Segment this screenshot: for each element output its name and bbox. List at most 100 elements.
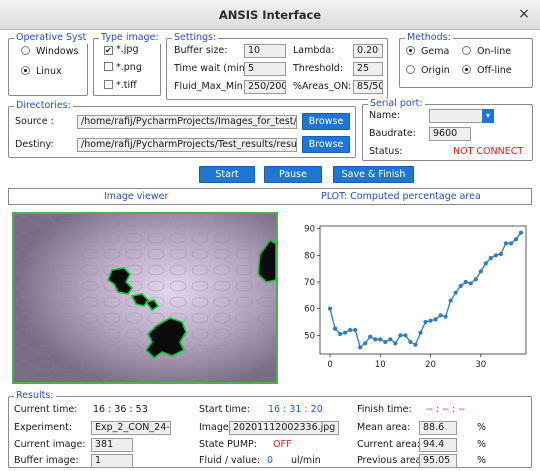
data-point [498, 251, 503, 257]
image-type-png[interactable]: *.png [104, 61, 142, 75]
radio-gema[interactable] [406, 46, 415, 55]
time-wait-field[interactable]: 5 [244, 62, 286, 76]
image-viewer-title: Image viewer [104, 191, 169, 202]
radio-online[interactable] [462, 46, 471, 55]
results-group: Results: Current time: 16 : 36 : 53 Star… [8, 390, 532, 468]
fluid-value-number: 0 [267, 455, 274, 466]
os-option-windows[interactable]: Windows [21, 45, 78, 59]
fluid-max-min-label: Fluid_Max_Min [174, 81, 243, 92]
method-gema[interactable]: Gema [406, 45, 449, 59]
image-viewer [12, 212, 278, 384]
method-origin-label: Origin [421, 65, 450, 76]
lambda-field[interactable]: 0.20 [353, 44, 383, 58]
serial-name-select[interactable]: ▾ [429, 109, 494, 123]
start-button[interactable]: Start [199, 166, 255, 183]
radio-windows[interactable] [21, 46, 30, 55]
radio-linux[interactable] [21, 66, 30, 75]
os-option-windows-label: Windows [36, 46, 79, 57]
current-image-label: Current image: [14, 439, 86, 450]
data-point [493, 253, 498, 258]
pause-button[interactable]: Pause [264, 166, 322, 183]
buffer-size-field[interactable]: 10 [244, 44, 286, 58]
fluid-value-label: Fluid / value: [199, 455, 261, 466]
settings-group: Settings: Buffer size: 10 Lambda: 0.20 T… [166, 32, 388, 100]
mean-area-unit: % [477, 422, 487, 433]
data-point [337, 331, 343, 337]
checkbox-tiff[interactable] [104, 80, 113, 89]
source-browse-button[interactable]: Browse [302, 113, 350, 130]
data-point [433, 317, 438, 322]
method-online[interactable]: On-line [462, 45, 511, 59]
fluid-value-unit: ul/min [291, 455, 321, 466]
checkbox-png[interactable] [104, 62, 113, 71]
chevron-down-icon[interactable]: ▾ [482, 109, 494, 123]
data-point [403, 333, 408, 338]
x-tick-label: 20 [425, 360, 436, 370]
threshold-field[interactable]: 25 [353, 62, 383, 76]
data-point [378, 337, 383, 342]
methods-group: Methods: Gema On-line Origin Off-line [399, 32, 533, 88]
method-online-label: On-line [477, 46, 512, 57]
radio-origin[interactable] [406, 65, 415, 74]
image-type-png-label: *.png [116, 62, 142, 73]
data-point [353, 327, 358, 333]
os-group: Operative Syst Windows Linux [8, 32, 89, 96]
plot-area-frame [319, 225, 527, 355]
title-bar: ANSIS Interface × [0, 0, 540, 30]
data-point [363, 341, 368, 346]
save-finish-button[interactable]: Save & Finish [333, 166, 414, 183]
image-label: Image: [199, 422, 232, 433]
checkbox-jpg[interactable]: ✔ [104, 46, 113, 55]
previous-area-unit: % [477, 455, 487, 466]
method-origin[interactable]: Origin [406, 64, 450, 78]
y-tick-label: 90 [304, 225, 315, 235]
method-gema-label: Gema [421, 46, 450, 57]
areas-on-field[interactable]: 85/50 [353, 80, 383, 94]
current-area-field: 94.4 [419, 438, 457, 452]
source-path-field[interactable]: /home/rafij/PycharmProjects/Images_for_t… [77, 115, 297, 129]
experiment-label: Experiment: [14, 422, 73, 433]
percentage-area-chart: 50 60 70 80 90 0 10 20 30 [304, 225, 527, 370]
data-point [327, 306, 333, 311]
destiny-browse-button[interactable]: Browse [302, 136, 350, 153]
os-legend: Operative Syst [14, 32, 89, 44]
fluid-max-min-field[interactable]: 250/200 [244, 80, 286, 94]
image-type-jpg[interactable]: ✔ *.jpg [104, 43, 138, 57]
finish-time-label: Finish time: [357, 404, 412, 415]
close-icon[interactable]: × [516, 6, 532, 22]
data-point [358, 345, 363, 350]
radio-offline[interactable] [462, 65, 471, 74]
current-area-unit: % [477, 439, 487, 450]
source-label: Source : [15, 116, 54, 127]
destiny-path-field[interactable]: /home/rafij/PycharmProjects/Test_results… [77, 138, 297, 152]
baudrate-field[interactable]: 9600 [429, 127, 471, 141]
status-label: Status: [369, 146, 403, 157]
method-offline-label: Off-line [477, 65, 512, 76]
data-point [398, 333, 403, 338]
x-tick-label: 0 [327, 360, 332, 370]
previous-area-label: Previous area: [357, 455, 425, 466]
current-image-field: 381 [91, 438, 133, 452]
image-field: 20201112002336.jpg [229, 421, 339, 435]
data-point [443, 314, 448, 319]
data-point [468, 281, 473, 286]
x-tick-label: 10 [375, 360, 386, 370]
method-offline[interactable]: Off-line [462, 64, 512, 78]
image-type-group: Type image: ✔ *.jpg *.png *.tiff [93, 32, 161, 96]
data-point [388, 337, 393, 342]
image-type-tiff-label: *.tiff [116, 80, 137, 91]
data-point [518, 230, 524, 235]
image-type-tiff[interactable]: *.tiff [104, 79, 137, 93]
data-point [408, 339, 413, 345]
y-tick-label: 70 [304, 278, 315, 288]
finish-time-value: -- : -- : -- [426, 404, 466, 415]
os-option-linux[interactable]: Linux [21, 65, 62, 79]
data-point [383, 339, 388, 345]
current-area-label: Current area: [357, 439, 421, 450]
results-legend: Results: [14, 390, 56, 402]
previous-area-field: 95.05 [419, 454, 457, 468]
buffer-image-field: 1 [91, 454, 133, 468]
baudrate-label: Baudrate: [369, 128, 416, 139]
os-option-linux-label: Linux [36, 66, 62, 77]
current-time-value: 16 : 36 : 53 [93, 404, 148, 415]
